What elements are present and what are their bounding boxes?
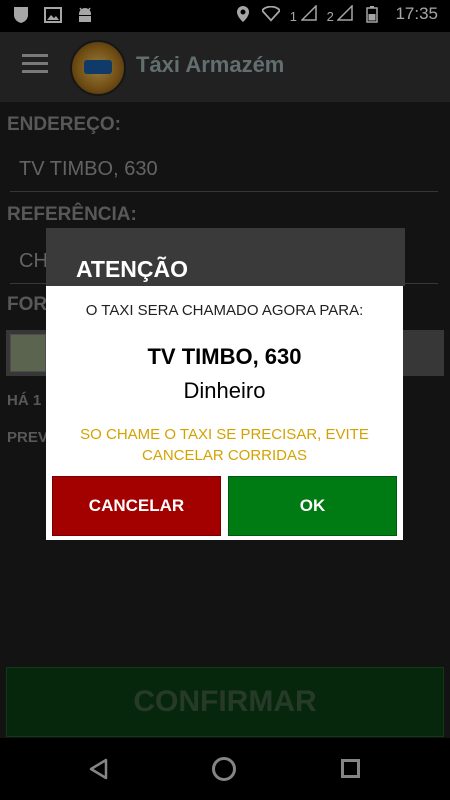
hamburger-menu-icon[interactable] (22, 54, 48, 74)
dialog-title: ATENÇÃO (76, 256, 189, 282)
shield-icon (12, 6, 30, 24)
app-bar: Táxi Armazém (0, 32, 450, 102)
recent-apps-icon[interactable] (341, 759, 360, 778)
dialog-payment: Dinheiro (183, 378, 266, 403)
address-field[interactable]: TV TIMBO, 630 (10, 158, 438, 192)
clock: 17:35 (395, 4, 438, 23)
sim2-signal: 2 (326, 3, 354, 24)
sim2-label: 2 (326, 8, 334, 24)
home-icon[interactable] (212, 757, 236, 781)
status-bar: 1 2 17:35 (0, 0, 450, 32)
reference-label: REFERÊNCIA: (7, 204, 137, 225)
sim1-signal: 1 (289, 3, 317, 24)
back-icon[interactable] (88, 758, 110, 785)
confirm-button[interactable]: CONFIRMAR (6, 667, 444, 737)
sim1-label: 1 (289, 8, 297, 24)
address-label: ENDEREÇO: (7, 114, 122, 135)
dialog-message: O TAXI SERA CHAMADO AGORA PARA: (85, 302, 364, 319)
payment-label: FOR (7, 294, 48, 315)
dialog-warning: SO CHAME O TAXI SE PRECISAR, EVITE CANCE… (80, 426, 369, 464)
nav-bar (0, 738, 450, 800)
ok-button[interactable]: OK (228, 476, 397, 536)
time-label: HÁ 1 (7, 392, 42, 409)
android-icon (76, 6, 94, 24)
location-icon (234, 5, 252, 23)
signal-icon (336, 3, 354, 21)
cancel-button[interactable]: CANCELAR (52, 476, 221, 536)
battery-icon (363, 5, 381, 23)
app-logo (70, 40, 126, 96)
dialog-header: ATENÇÃO (46, 228, 405, 286)
signal-icon (299, 3, 317, 21)
wifi-icon (261, 5, 280, 23)
image-icon (44, 6, 62, 24)
app-title: Táxi Armazém (136, 52, 285, 77)
forecast-label: PREV (7, 429, 48, 446)
payment-icon (10, 334, 46, 372)
dialog-address: TV TIMBO, 630 (147, 344, 302, 369)
alert-dialog: O TAXI SERA CHAMADO AGORA PARA: TV TIMBO… (46, 286, 403, 540)
